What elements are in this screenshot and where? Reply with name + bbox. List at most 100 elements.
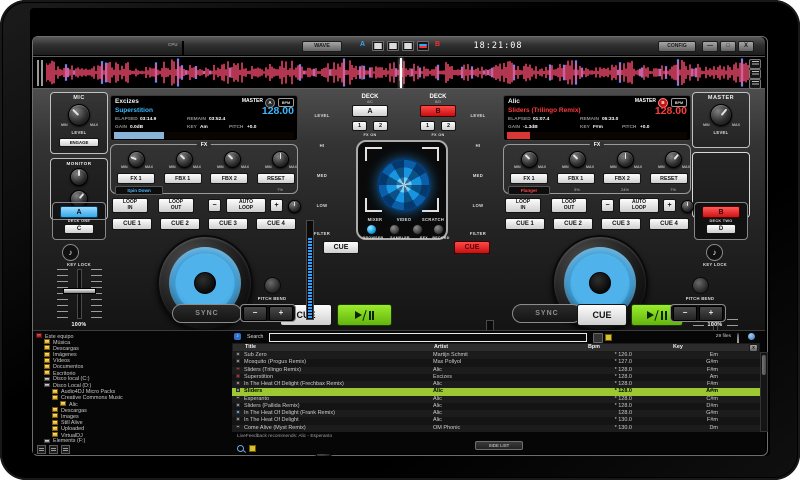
loop-length-knob[interactable] (288, 200, 301, 213)
tree-item[interactable]: Elements (F:) (33, 438, 233, 444)
fx-knob-3[interactable]: MINMAX (617, 151, 634, 168)
column-artist[interactable]: Artist (434, 344, 559, 351)
column-bpm[interactable]: Bpm (588, 344, 600, 351)
playlist-scrollbar[interactable] (760, 352, 768, 432)
playlist-row[interactable]: Mosquito (Progus Remix) Max Pollyol * 12… (232, 359, 760, 366)
key-lock-icon-right[interactable]: ♪ (706, 244, 723, 261)
playlist-row[interactable]: Sliders (Pallida Remix) Alic * 128.0 D#m (232, 403, 760, 410)
playlist-row[interactable]: In The Heat Of Delight (Frechbax Remix) … (232, 381, 760, 388)
deck-b-effect-label[interactable]: Flanger (508, 186, 550, 195)
deck-d-select-button[interactable]: D (706, 224, 736, 234)
wave-layout-button-3[interactable] (402, 41, 414, 51)
auto-loop-button[interactable]: AUTOLOOP (226, 198, 266, 213)
fx-button[interactable]: FBX 1 (164, 173, 202, 184)
lock-icon[interactable] (49, 445, 58, 454)
playlist-row[interactable]: In The Heat Of Delight (Frank Remix) Ali… (232, 410, 760, 417)
pitch-bend-minus-button[interactable]: − (243, 306, 267, 321)
fx-knob-2[interactable]: MINMAX (176, 151, 193, 168)
playlist-row[interactable]: Esperanto Alic * 128.0 C#m (232, 396, 760, 403)
loop-double-button[interactable]: + (270, 199, 283, 212)
fx-button[interactable]: FBX 1 (557, 173, 595, 184)
wave-zoom-button-3[interactable] (749, 79, 761, 89)
cue-point-button[interactable]: CUE 4 (649, 218, 689, 230)
close-browser-icon[interactable]: x (749, 344, 758, 352)
loop-out-button[interactable]: LOOPOUT (158, 198, 194, 213)
fx-button[interactable]: RESET (650, 173, 688, 184)
fx-button[interactable]: FX 1 (117, 173, 155, 184)
search-user-icon[interactable] (593, 333, 603, 343)
fx-knob-4[interactable]: MINMAX (665, 151, 682, 168)
fx-button[interactable]: FBX 2 (603, 173, 641, 184)
fx-knob-1[interactable]: MINMAX (128, 151, 145, 168)
playlist-row[interactable]: Superstition Excizes * 128.0 Am (232, 374, 760, 381)
cue-point-button[interactable]: CUE 1 (112, 218, 152, 230)
search-input[interactable] (269, 333, 587, 342)
wave-view-button[interactable]: WAVE (302, 41, 342, 52)
channel-b-monitor-cue[interactable]: CUE (454, 241, 490, 254)
deck-a-fx2-assign[interactable]: 2 (373, 121, 388, 131)
deck-a-sync-button[interactable]: SYNC (172, 304, 242, 323)
sampler-view-button[interactable] (389, 224, 400, 235)
close-button[interactable]: X (738, 41, 754, 52)
cue-point-button[interactable]: CUE 2 (553, 218, 593, 230)
deck-a-fx1-assign[interactable]: 1 (352, 121, 367, 131)
monitor-cue-knob[interactable] (70, 168, 88, 186)
side-list-button[interactable]: SIDE LIST (475, 441, 523, 450)
loop-half-button[interactable]: − (601, 199, 614, 212)
list-view-icon[interactable] (37, 445, 46, 454)
waveform-rhythm-strip[interactable] (33, 56, 765, 89)
deck-b-sync-button[interactable]: SYNC (512, 304, 582, 323)
search-folder-icon[interactable] (605, 334, 612, 341)
master-level-knob[interactable]: MINMAX (710, 104, 732, 126)
cue-point-button[interactable]: CUE 1 (505, 218, 545, 230)
pitch-bend-plus-button[interactable]: + (699, 306, 723, 321)
fx-knob-2[interactable]: MINMAX (569, 151, 586, 168)
key-lock-icon[interactable]: ♪ (62, 244, 79, 261)
loop-out-button[interactable]: LOOPOUT (551, 198, 587, 213)
wave-layout-button-2[interactable] (387, 41, 399, 51)
wave-layout-button-1[interactable] (372, 41, 384, 51)
deck-a-play-pause-button[interactable] (337, 304, 392, 326)
browser-view-button[interactable] (366, 224, 377, 235)
column-key[interactable]: Key (673, 344, 683, 351)
deck-b-cue-button[interactable]: CUE (577, 304, 627, 326)
fx-knob-1[interactable]: MINMAX (521, 151, 538, 168)
wave-layout-button-ab[interactable] (417, 41, 429, 51)
loop-length-knob[interactable] (681, 200, 694, 213)
pitch-slider-left[interactable] (57, 269, 102, 319)
pitch-bend-minus-button[interactable]: − (673, 306, 697, 321)
deck-b-active-button[interactable]: B (420, 105, 456, 117)
wave-zoom-button-1[interactable] (749, 59, 761, 69)
cue-point-button[interactable]: CUE 3 (601, 218, 641, 230)
channel-a-monitor-cue[interactable]: CUE (323, 241, 359, 254)
pitch-bend-plus-button[interactable]: + (269, 306, 293, 321)
playlist-row[interactable]: In The Heat Of Delight Alic * 130.0 F#m (232, 417, 760, 424)
loop-in-button[interactable]: LOOPIN (505, 198, 541, 213)
fx-knob-4[interactable]: MINMAX (272, 151, 289, 168)
loop-double-button[interactable]: + (663, 199, 676, 212)
playlist-row[interactable]: Sliders Alic * 128.0 A#m (232, 388, 760, 395)
playlist-row[interactable]: Come Alive (Myst Remix) OM Phonic * 130.… (232, 425, 760, 432)
loop-half-button[interactable]: − (208, 199, 221, 212)
deck-a-effect-label[interactable]: Spin Down (115, 186, 163, 195)
maximize-button[interactable]: □ (720, 41, 736, 52)
wave-zoom-button-2[interactable] (749, 69, 761, 79)
loop-in-button[interactable]: LOOPIN (112, 198, 148, 213)
deck-b-select-button[interactable]: B (702, 206, 740, 218)
playlist-row[interactable]: Sub Zero Martijn Schmit * 126.0 Em (232, 352, 760, 359)
mic-engage-button[interactable]: ENGAGE (59, 138, 99, 147)
config-button[interactable]: CONFIG (658, 41, 696, 52)
playlist-icon[interactable]: ♪ (234, 333, 241, 340)
cue-point-button[interactable]: CUE 3 (208, 218, 248, 230)
deck-a-select-button[interactable]: A (60, 206, 98, 218)
folder-tool-icon[interactable] (249, 445, 256, 452)
deck-b-fx1-assign[interactable]: 1 (420, 121, 435, 131)
efx-view-button[interactable] (412, 224, 423, 235)
record-view-button[interactable] (433, 224, 444, 235)
playlist-row[interactable]: Sliders (Trilingo Remix) Alic * 128.0 F#… (232, 367, 760, 374)
cue-point-button[interactable]: CUE 2 (160, 218, 200, 230)
column-title[interactable]: Title (245, 344, 427, 351)
deck-b-song-position[interactable] (507, 132, 687, 139)
auto-loop-button[interactable]: AUTOLOOP (619, 198, 659, 213)
fx-button[interactable]: FBX 2 (210, 173, 248, 184)
